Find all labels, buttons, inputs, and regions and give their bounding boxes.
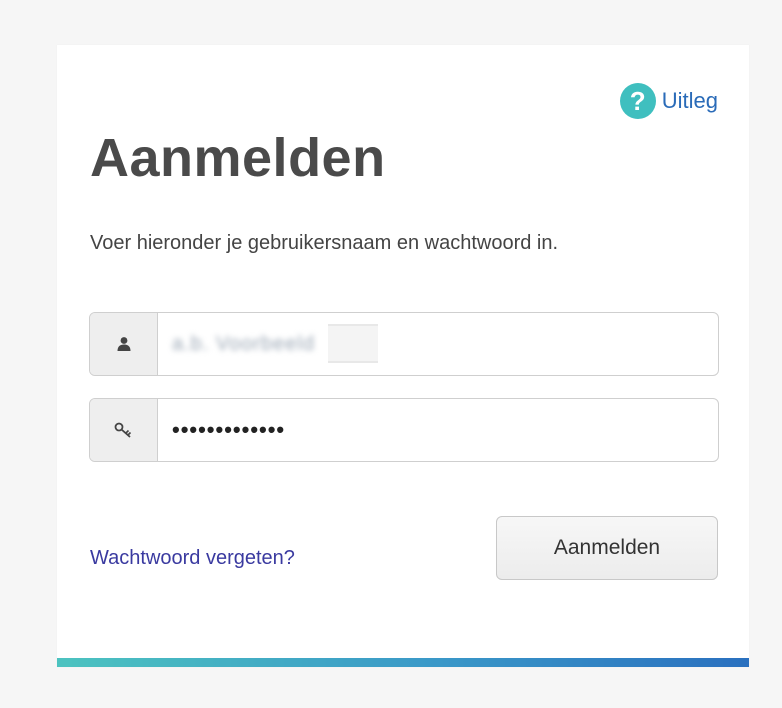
- user-icon: [90, 313, 158, 375]
- login-button[interactable]: Aanmelden: [496, 516, 718, 580]
- accent-bar: [57, 658, 749, 667]
- username-input-group: a.b. Voorbeeld: [89, 312, 719, 376]
- page-title: Aanmelden: [90, 128, 386, 188]
- login-instruction: Voer hieronder je gebruikersnaam en wach…: [90, 232, 559, 254]
- question-circle-icon: ?: [619, 83, 656, 119]
- forgot-password-link[interactable]: Wachtwoord vergeten?: [90, 547, 295, 570]
- key-icon: [90, 399, 158, 461]
- ghost-overlay: [328, 324, 378, 363]
- username-value: a.b. Voorbeeld: [172, 332, 315, 355]
- login-card: ? Uitleg Aanmelden Voer hieronder je geb…: [57, 45, 749, 667]
- username-field[interactable]: a.b. Voorbeeld: [158, 313, 718, 375]
- password-input-group: •••••••••••••: [89, 398, 719, 462]
- help-label: Uitleg: [661, 88, 718, 113]
- help-link[interactable]: ? Uitleg: [619, 83, 718, 119]
- password-field[interactable]: •••••••••••••: [158, 399, 718, 461]
